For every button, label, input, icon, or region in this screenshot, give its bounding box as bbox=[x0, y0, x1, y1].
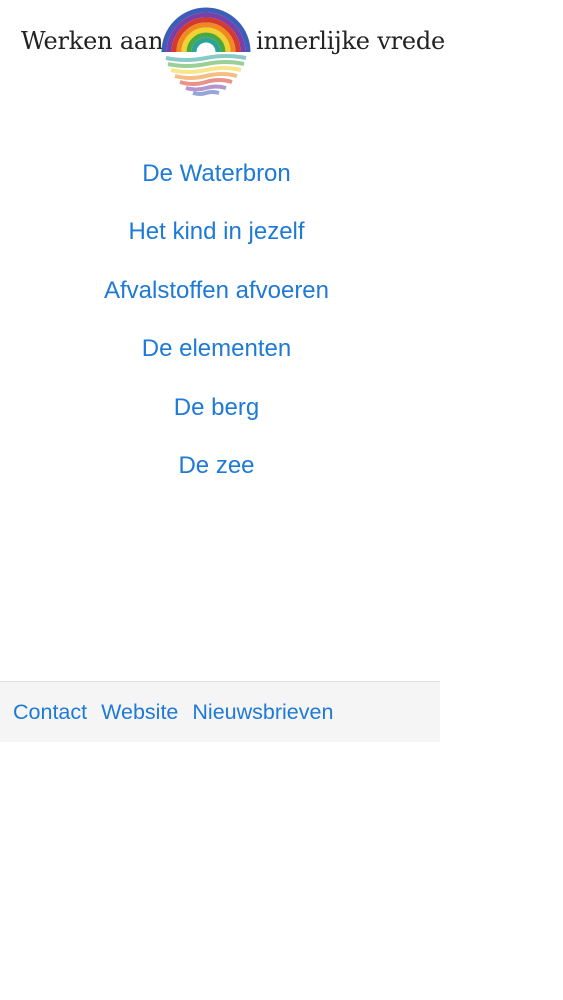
menu-item-de-zee[interactable]: De zee bbox=[0, 442, 433, 500]
header-title-right: innerlijke vrede bbox=[256, 27, 446, 55]
footer-link-contact[interactable]: Contact bbox=[13, 699, 87, 725]
footer-bar: Contact Website Nieuwsbrieven bbox=[0, 681, 440, 742]
header-title-left: Werken aan bbox=[21, 27, 164, 55]
footer-links: Contact Website Nieuwsbrieven bbox=[13, 699, 333, 725]
main-menu: De Waterbron Het kind in jezelf Afvalsto… bbox=[0, 150, 433, 500]
menu-item-het-kind-in-jezelf[interactable]: Het kind in jezelf bbox=[0, 208, 433, 266]
menu-item-de-berg[interactable]: De berg bbox=[0, 384, 433, 442]
menu-item-afvalstoffen-afvoeren[interactable]: Afvalstoffen afvoeren bbox=[0, 267, 433, 325]
footer-link-website[interactable]: Website bbox=[101, 699, 178, 725]
app-screen: Werken aan innerlijke vrede De Waterbron… bbox=[0, 0, 445, 742]
menu-item-de-waterbron[interactable]: De Waterbron bbox=[0, 150, 433, 208]
rainbow-reflection-icon bbox=[161, 7, 251, 96]
menu-item-de-elementen[interactable]: De elementen bbox=[0, 325, 433, 383]
header: Werken aan innerlijke vrede bbox=[0, 0, 445, 100]
footer-link-nieuwsbrieven[interactable]: Nieuwsbrieven bbox=[192, 699, 333, 725]
